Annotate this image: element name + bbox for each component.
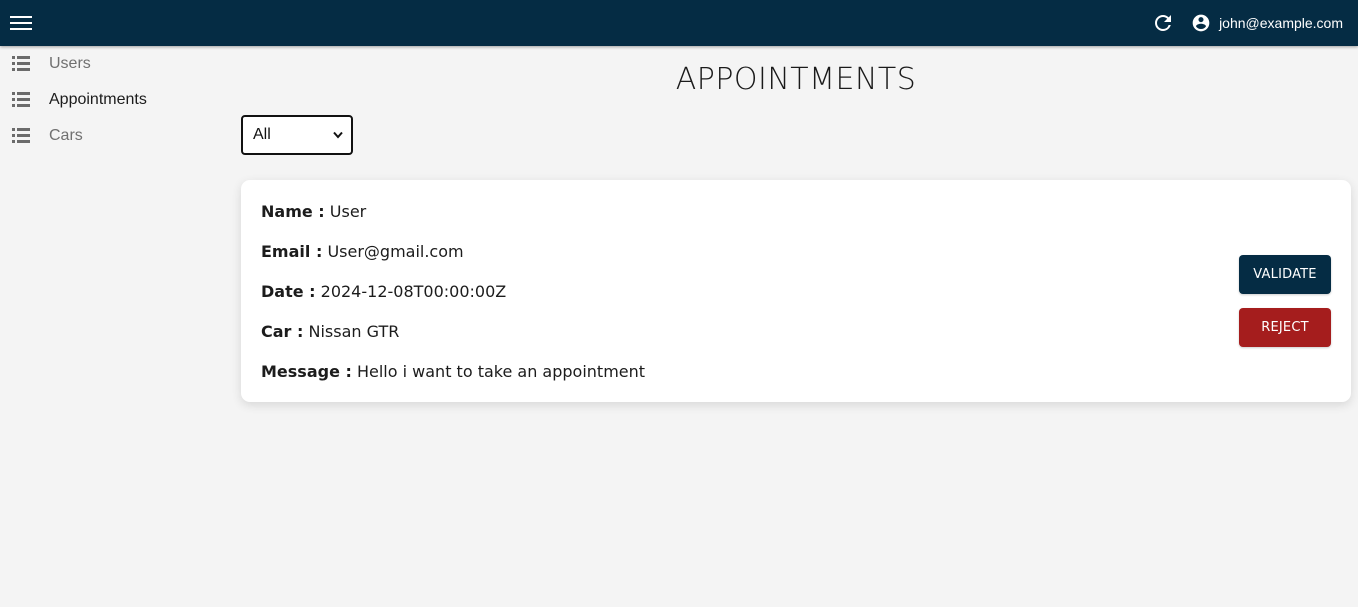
reject-button[interactable]: REJECT <box>1239 308 1331 347</box>
sidebar-item-label: Users <box>49 55 91 72</box>
appointment-message-row: Message : Hello i want to take an appoin… <box>261 362 645 381</box>
sidebar-item-label: Cars <box>49 127 83 144</box>
page-title: APPOINTMENTS <box>675 62 917 97</box>
car-label: Car : <box>261 322 304 341</box>
top-app-bar: john@example.com <box>0 0 1358 46</box>
date-value: 2024-12-08T00:00:00Z <box>320 282 507 301</box>
filter-selected-value: All <box>253 126 271 143</box>
email-label: Email : <box>261 242 323 261</box>
list-icon <box>12 92 30 107</box>
refresh-icon[interactable] <box>1151 11 1175 35</box>
name-value: User <box>329 202 367 221</box>
car-value: Nissan GTR <box>308 322 400 341</box>
list-icon <box>12 128 30 143</box>
message-label: Message : <box>261 362 352 381</box>
account-circle-icon <box>1192 14 1210 32</box>
sidebar-item-appointments[interactable]: Appointments <box>0 82 230 118</box>
chevron-down-icon <box>333 131 343 139</box>
sidebar: Users Appointments Cars <box>0 46 230 154</box>
date-label: Date : <box>261 282 316 301</box>
sidebar-item-users[interactable]: Users <box>0 46 230 82</box>
appointment-date-row: Date : 2024-12-08T00:00:00Z <box>261 282 506 301</box>
sidebar-item-cars[interactable]: Cars <box>0 118 230 154</box>
sidebar-item-label: Appointments <box>49 91 147 108</box>
appointment-car-row: Car : Nissan GTR <box>261 322 399 341</box>
email-value: User@gmail.com <box>327 242 464 261</box>
validate-button[interactable]: VALIDATE <box>1239 255 1331 294</box>
status-filter-select[interactable]: All <box>241 115 353 155</box>
user-account-button[interactable]: john@example.com <box>1191 11 1343 35</box>
list-icon <box>12 56 30 71</box>
appointment-email-row: Email : User@gmail.com <box>261 242 464 261</box>
name-label: Name : <box>261 202 325 221</box>
menu-icon[interactable] <box>9 11 33 35</box>
appointment-name-row: Name : User <box>261 202 366 221</box>
message-value: Hello i want to take an appointment <box>356 362 646 381</box>
appointment-card: Name : User Email : User@gmail.com Date … <box>241 180 1351 402</box>
user-email: john@example.com <box>1219 15 1343 31</box>
